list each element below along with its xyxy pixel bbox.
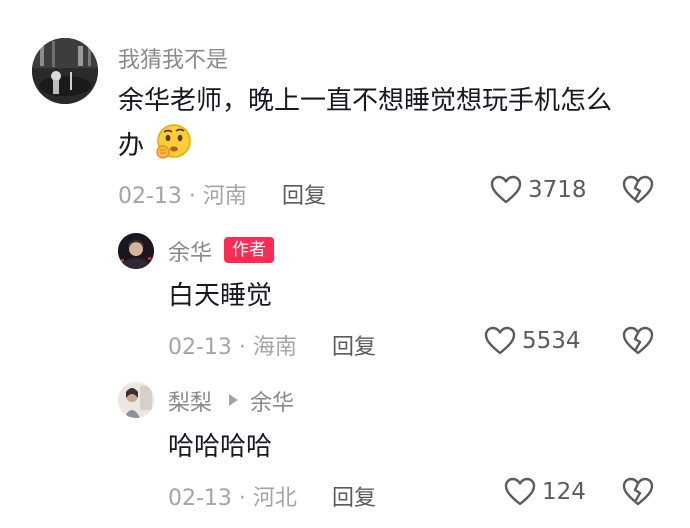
avatar[interactable] — [118, 382, 154, 418]
heart-icon — [490, 175, 522, 204]
username[interactable]: 我猜我不是 — [118, 42, 228, 74]
comment-text-tail: 办 — [118, 131, 145, 161]
dislike-button[interactable] — [622, 477, 654, 511]
comment-date: 02-13 — [168, 335, 232, 360]
comment-meta: 02-13 · 河北 — [168, 480, 297, 512]
like-button[interactable]: 5534 — [484, 326, 581, 356]
heart-icon — [504, 477, 536, 506]
like-count: 124 — [542, 479, 586, 505]
comment-text: 哈哈哈哈 — [168, 432, 273, 462]
comment-date: 02-13 — [118, 184, 182, 209]
comment-date: 02-13 — [168, 486, 232, 511]
avatar-image — [118, 233, 154, 269]
avatar[interactable] — [118, 233, 154, 269]
like-button[interactable]: 124 — [504, 477, 586, 507]
heart-icon — [484, 326, 516, 355]
reply-item: 梨梨 余华 哈哈哈哈 02-13 · 河北 回复 124 — [0, 368, 690, 518]
username[interactable]: 梨梨 — [168, 385, 212, 417]
broken-heart-icon — [622, 326, 654, 355]
like-count: 3718 — [528, 177, 587, 203]
reply-to-username[interactable]: 余华 — [250, 385, 294, 417]
reply-button[interactable]: 回复 — [282, 178, 326, 210]
avatar-image — [118, 382, 154, 418]
comment-meta: 02-13 · 河南 — [118, 178, 247, 210]
author-badge: 作者 — [224, 237, 274, 263]
broken-heart-icon — [622, 477, 654, 506]
comment-location: 海南 — [252, 335, 297, 360]
avatar[interactable] — [32, 38, 98, 104]
dislike-button[interactable] — [622, 175, 654, 209]
comment-text: 白天睡觉 — [168, 281, 273, 311]
reply-button[interactable]: 回复 — [332, 480, 376, 512]
thinking-face-emoji-icon — [154, 122, 194, 162]
comment-location: 河南 — [202, 184, 247, 209]
broken-heart-icon — [622, 175, 654, 204]
meta-separator: · — [231, 335, 253, 360]
reply-item: 余华 作者 白天睡觉 02-13 · 海南 回复 5534 — [0, 215, 690, 360]
username[interactable]: 余华 — [168, 235, 212, 267]
comment-item: 我猜我不是 余华老师，晚上一直不想睡觉想玩手机怎么 办 02-13 · 河南 回… — [0, 0, 690, 215]
reply-button[interactable]: 回复 — [332, 329, 376, 361]
dislike-button[interactable] — [622, 326, 654, 360]
reply-arrow-icon — [229, 394, 238, 406]
like-button[interactable]: 3718 — [490, 175, 587, 205]
comment-meta: 02-13 · 海南 — [168, 329, 297, 361]
avatar-image — [32, 38, 98, 104]
comment-text: 余华老师，晚上一直不想睡觉想玩手机怎么 办 — [118, 78, 678, 169]
like-count: 5534 — [522, 328, 581, 354]
meta-separator: · — [231, 486, 253, 511]
comment-location: 河北 — [252, 486, 297, 511]
comment-text-line: 余华老师，晚上一直不想睡觉想玩手机怎么 — [118, 86, 613, 116]
comment-text-line: 办 — [118, 122, 678, 169]
meta-separator: · — [181, 184, 203, 209]
